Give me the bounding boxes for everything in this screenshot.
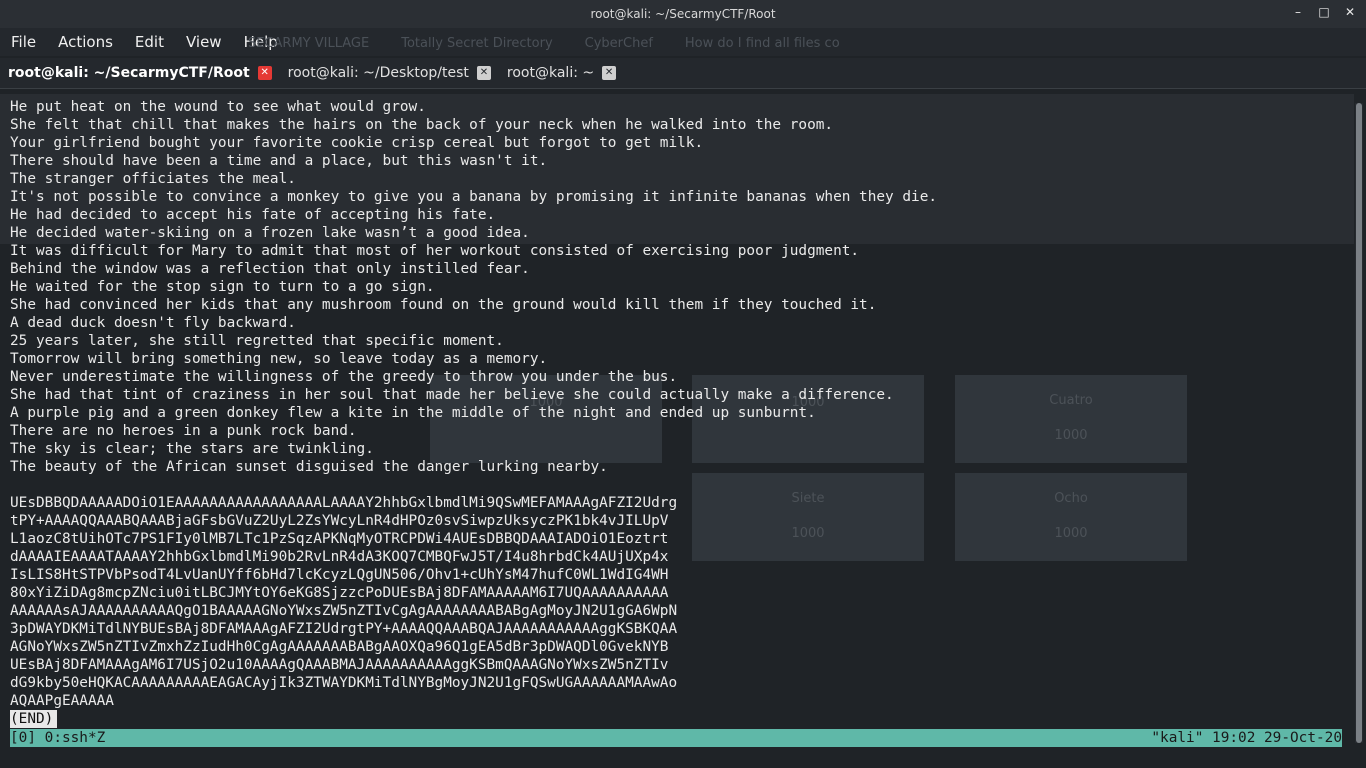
terminal-tab-bar: root@kali: ~/SecarmyCTF/Root ✕ root@kali… xyxy=(0,58,1366,89)
terminal-line: Behind the window was a reflection that … xyxy=(10,261,530,277)
tab-root-home[interactable]: root@kali: ~ ✕ xyxy=(499,60,624,86)
terminal-line: 25 years later, she still regretted that… xyxy=(10,333,504,349)
terminal-line: The sky is clear; the stars are twinklin… xyxy=(10,441,374,457)
terminal-line: There should have been a time and a plac… xyxy=(10,153,548,169)
close-icon[interactable]: ✕ xyxy=(1344,6,1356,18)
menu-actions[interactable]: Actions xyxy=(47,33,124,51)
terminal-output: He put heat on the wound to see what wou… xyxy=(10,98,937,710)
background-card: Ocho 1000 xyxy=(955,473,1187,561)
terminal-line: It was difficult for Mary to admit that … xyxy=(10,243,860,259)
terminal-line: AGNoYWxsZW5nZTIvZmxhZzIudHh0CgAgAAAAAAAB… xyxy=(10,639,669,655)
menu-help[interactable]: Help xyxy=(233,33,289,51)
tab-label: root@kali: ~/SecarmyCTF/Root xyxy=(8,65,250,81)
background-card: Cuatro 1000 xyxy=(955,375,1187,463)
tab-secarmyctf-root[interactable]: root@kali: ~/SecarmyCTF/Root ✕ xyxy=(0,60,280,86)
terminal-line: He decided water-skiing on a frozen lake… xyxy=(10,225,530,241)
terminal-line: UEsDBBQDAAAAADOiO1EAAAAAAAAAAAAAAAAALAAA… xyxy=(10,495,678,511)
window-titlebar: root@kali: ~/SecarmyCTF/Root – □ ✕ xyxy=(0,0,1366,28)
terminal-line: It's not possible to convince a monkey t… xyxy=(10,189,938,205)
terminal-line: 80xYiZiDAg8mcpZNciu0itLBCJMYtOY6eKG8Sjzz… xyxy=(10,585,669,601)
menu-file[interactable]: File xyxy=(0,33,47,51)
scrollbar-thumb[interactable] xyxy=(1356,103,1362,743)
status-left: [0] 0:ssh*Z xyxy=(10,730,106,746)
terminal-line: He put heat on the wound to see what wou… xyxy=(10,99,426,115)
close-icon[interactable]: ✕ xyxy=(602,66,617,80)
terminal-line: L1aozC8tUihOTc7PS1FIy0lMB7LTc1PzSqzAPKNq… xyxy=(10,531,669,547)
terminal-line: UEsBAj8DFAMAAAgAM6I7USjO2u10AAAAgQAAABMA… xyxy=(10,657,669,673)
terminal-line: The beauty of the African sunset disguis… xyxy=(10,459,608,475)
menu-edit[interactable]: Edit xyxy=(124,33,175,51)
terminal-line: Never underestimate the willingness of t… xyxy=(10,369,678,385)
terminal-line: A purple pig and a green donkey flew a k… xyxy=(10,405,816,421)
pager-end-marker: (END) xyxy=(10,710,58,728)
terminal-line: tPY+AAAAQQAAABQAAABjaGFsbGVuZ2UyL2ZsYWcy… xyxy=(10,513,669,529)
close-icon[interactable]: ✕ xyxy=(476,66,491,80)
terminal-line: The stranger officiates the meal. xyxy=(10,171,296,187)
terminal-line: She had that tint of craziness in her so… xyxy=(10,387,894,403)
status-right: "kali" 19:02 29-Oct-20 xyxy=(1151,730,1342,746)
maximize-icon[interactable]: □ xyxy=(1318,6,1330,18)
terminal-line: dAAAAIEAAAATAAAAY2hhbGxlbmdlMi90b2RvLnR4… xyxy=(10,549,669,565)
tmux-status-bar: [0] 0:ssh*Z "kali" 19:02 29-Oct-20 xyxy=(10,729,1342,747)
terminal-line: Your girlfriend bought your favorite coo… xyxy=(10,135,704,151)
minimize-icon[interactable]: – xyxy=(1292,6,1304,18)
terminal-line: 3pDWAYDKMiTdlNYBUEsBAj8DFAMAAAgAFZI2Udrg… xyxy=(10,621,678,637)
tab-label: root@kali: ~/Desktop/test xyxy=(287,65,469,81)
terminal-line: There are no heroes in a punk rock band. xyxy=(10,423,357,439)
terminal-line: He waited for the stop sign to turn to a… xyxy=(10,279,435,295)
tab-desktop-test[interactable]: root@kali: ~/Desktop/test ✕ xyxy=(280,60,499,86)
window-controls: – □ ✕ xyxy=(1292,6,1356,18)
terminal-line: A dead duck doesn't fly backward. xyxy=(10,315,296,331)
terminal-line: Tomorrow will bring something new, so le… xyxy=(10,351,548,367)
terminal-line: She had convinced her kids that any mush… xyxy=(10,297,877,313)
terminal-line: IsLIS8HtSTPVbPsodT4LvUanUYff6bHd7lcKcyzL… xyxy=(10,567,669,583)
terminal-line: dG9kby50eHQKACAAAAAAAAAEAGACAyjIk3ZTWAYD… xyxy=(10,675,678,691)
terminal-scrollbar[interactable] xyxy=(1355,103,1363,743)
terminal-line: AAAAAAsAJAAAAAAAAAAQgO1BAAAAAGNoYWxsZW5n… xyxy=(10,603,678,619)
terminal-line: AQAAPgEAAAAA xyxy=(10,693,114,709)
terminal-line: He had decided to accept his fate of acc… xyxy=(10,207,496,223)
close-icon[interactable]: ✕ xyxy=(257,66,272,80)
terminal-line: She felt that chill that makes the hairs… xyxy=(10,117,834,133)
tab-label: root@kali: ~ xyxy=(506,65,595,81)
menu-view[interactable]: View xyxy=(175,33,233,51)
window-title: root@kali: ~/SecarmyCTF/Root xyxy=(590,7,776,21)
menu-bar: File Actions Edit View Help xyxy=(0,28,1366,56)
